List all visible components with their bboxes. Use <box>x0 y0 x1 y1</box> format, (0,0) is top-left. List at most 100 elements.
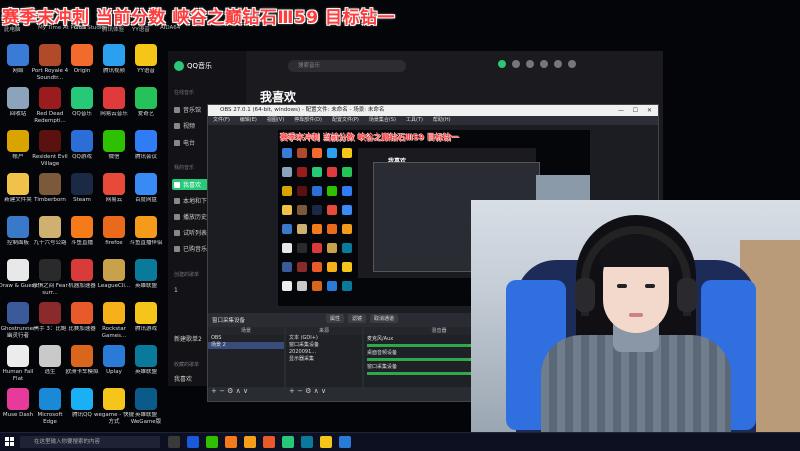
app-icon <box>135 216 157 238</box>
taskbar-app-icon[interactable] <box>320 436 332 448</box>
app-icon <box>135 345 157 367</box>
qq-section-created: 创建的歌单 <box>174 272 200 278</box>
app-icon <box>135 87 157 109</box>
sidebar-item-label: 播放历史 <box>183 214 208 221</box>
desktop-icon[interactable]: 斗鱼直播伴侣 <box>126 216 166 247</box>
preview-app-icon <box>312 281 322 291</box>
webcam-feed <box>471 200 800 432</box>
source-item[interactable]: 显示器采集 <box>286 356 362 363</box>
skin-icon[interactable] <box>512 60 520 68</box>
qq-section-mine: 我的音乐 <box>174 165 195 171</box>
app-icon <box>103 345 125 367</box>
mail-icon[interactable] <box>540 60 548 68</box>
desktop-icon-label: 爱奇艺 <box>137 111 155 117</box>
obs-menu-item[interactable]: 场景集合(S) <box>369 116 396 125</box>
taskbar-search-input[interactable]: 在这里输入你要搜索的内容 <box>20 436 160 448</box>
deactivate-button[interactable]: 取消通道 <box>370 314 399 323</box>
properties-button[interactable]: 属性 <box>326 314 345 323</box>
taskbar-app-icon[interactable] <box>168 436 180 448</box>
scenes-dock-tools[interactable]: + − ⚙ ∧ ∨ <box>211 387 248 395</box>
preview-app-icon <box>342 148 352 158</box>
taskbar-app-icon[interactable] <box>282 436 294 448</box>
download-icon <box>174 197 180 204</box>
minimize-icon[interactable] <box>554 60 562 68</box>
sidebar-item-label: 视频 <box>183 123 196 130</box>
obs-menu-item[interactable]: 帮助(H) <box>433 116 451 125</box>
scene-item[interactable]: OBS <box>208 335 284 342</box>
app-icon <box>103 259 125 281</box>
desktop-icon-label: 百度网盘 <box>134 197 157 203</box>
preview-app-icon <box>297 243 307 253</box>
taskbar-pinned-apps <box>168 436 351 448</box>
radio-icon <box>174 139 180 146</box>
desktop-icon[interactable]: 腾讯游戏 <box>126 302 166 333</box>
close-icon[interactable] <box>568 60 576 68</box>
taskbar-app-icon[interactable] <box>244 436 256 448</box>
obs-menu-item[interactable]: 停靠部件(D) <box>294 116 322 125</box>
scenes-dock-header: 场景 <box>208 327 284 335</box>
scene-item[interactable]: 场景 2 <box>208 342 284 349</box>
preview-app-icon <box>297 205 307 215</box>
preview-app-icon <box>327 205 337 215</box>
sidebar-item-label: 已购音乐 <box>183 246 208 253</box>
preview-app-icon <box>297 167 307 177</box>
source-item[interactable]: 窗口采集设备 <box>286 342 362 349</box>
sidebar-item-label: 1 <box>174 287 178 294</box>
taskbar-app-icon[interactable] <box>225 436 237 448</box>
obs-menubar: 文件(F) 编辑(E) 视图(V) 停靠部件(D) 配置文件(P) 场景集合(S) 工具(T… <box>208 116 658 125</box>
source-item[interactable]: 2020091... <box>286 349 362 356</box>
app-icon <box>71 130 93 152</box>
minimize-icon[interactable]: — <box>618 105 624 116</box>
desktop-icon[interactable]: 爱奇艺 <box>126 87 166 118</box>
maximize-icon[interactable]: ☐ <box>633 105 638 116</box>
preview-app-icon <box>312 205 322 215</box>
app-icon <box>7 44 29 66</box>
source-item[interactable]: 文本 (GDI+) <box>286 335 362 342</box>
desktop-icon[interactable]: 英雄联盟 <box>126 345 166 376</box>
stream-overlay-title: 赛季末冲刺 当前分数 峡谷之巅钻石Ⅲ59 目标钻一 <box>2 8 395 28</box>
app-icon <box>135 259 157 281</box>
start-tile <box>5 437 9 441</box>
windows-start-icon[interactable] <box>5 437 15 447</box>
qq-music-logo: QQ音乐 <box>174 61 212 71</box>
desktop-icon[interactable]: 英雄联盟 WeGame版 <box>126 388 166 426</box>
list-icon <box>174 229 180 236</box>
preview-app-icon <box>312 148 322 158</box>
desktop-icon[interactable]: 百度网盘 <box>126 173 166 204</box>
desktop-icon[interactable]: 腾讯会议 <box>126 130 166 161</box>
close-icon[interactable]: ✕ <box>647 105 652 116</box>
taskbar-app-icon[interactable] <box>187 436 199 448</box>
app-icon <box>7 259 29 281</box>
app-icon <box>39 388 61 410</box>
desktop-icon[interactable]: 英雄联盟 <box>126 259 166 290</box>
taskbar-app-icon[interactable] <box>206 436 218 448</box>
obs-menu-item[interactable]: 配置文件(P) <box>332 116 359 125</box>
app-icon <box>39 44 61 66</box>
obs-menu-item[interactable]: 工具(T) <box>406 116 423 125</box>
preview-app-icon <box>327 167 337 177</box>
app-icon <box>103 44 125 66</box>
sources-dock-header: 来源 <box>286 327 362 335</box>
app-icon <box>39 216 61 238</box>
app-icon <box>103 87 125 109</box>
taskbar-app-icon[interactable] <box>301 436 313 448</box>
scenes-dock: OBS 场景 2 <box>208 335 284 387</box>
obs-menu-item[interactable]: 文件(F) <box>213 116 230 125</box>
settings-icon[interactable] <box>526 60 534 68</box>
preview-app-icon <box>342 262 352 272</box>
taskbar-app-icon[interactable] <box>339 436 351 448</box>
sidebar-item-label: 试听列表 <box>183 230 208 237</box>
obs-menu-item[interactable]: 视图(V) <box>267 116 284 125</box>
qq-search-input[interactable]: 搜索音乐 <box>288 60 406 72</box>
vip-icon[interactable] <box>498 60 506 68</box>
sources-dock-tools[interactable]: + − ⚙ ∧ ∨ <box>289 387 326 395</box>
preview-app-icon <box>297 224 307 234</box>
app-icon <box>135 44 157 66</box>
app-icon <box>7 302 29 324</box>
obs-menu-item[interactable]: 编辑(E) <box>240 116 257 125</box>
app-icon <box>39 302 61 324</box>
qq-section-online: 在线音乐 <box>174 90 195 96</box>
filters-button[interactable]: 滤镜 <box>348 314 367 323</box>
desktop-icon[interactable]: YY语音 <box>126 44 166 75</box>
taskbar-app-icon[interactable] <box>263 436 275 448</box>
